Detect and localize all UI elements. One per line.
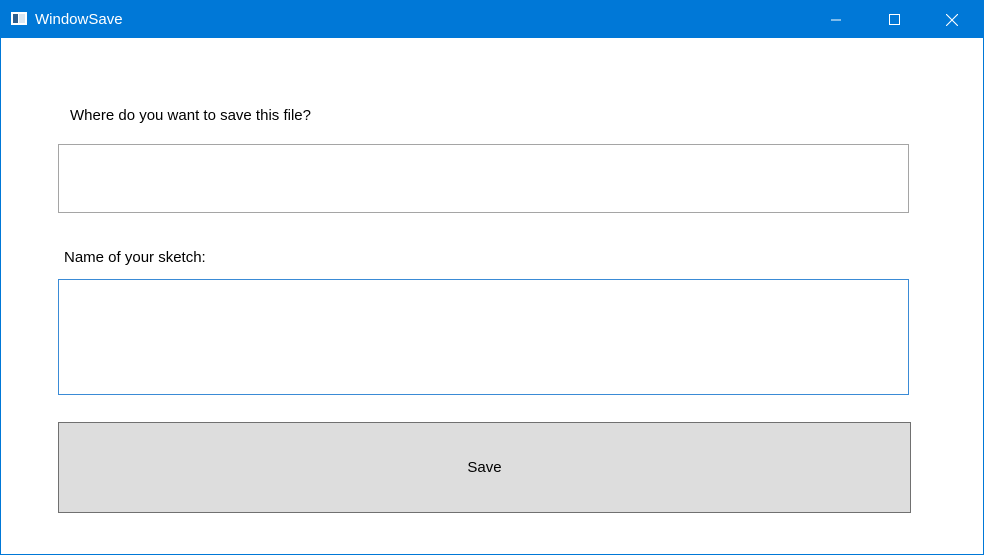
- window-app-icon: [11, 12, 27, 25]
- minimize-icon: [831, 15, 841, 25]
- title-bar[interactable]: WindowSave: [1, 1, 983, 38]
- sketch-name-input[interactable]: [58, 279, 909, 395]
- maximize-button[interactable]: [865, 1, 923, 38]
- window-title: WindowSave: [35, 11, 123, 28]
- sketch-name-label: Name of your sketch:: [64, 249, 206, 266]
- app-window: WindowSave Where do you want to save thi…: [0, 0, 984, 555]
- close-button[interactable]: [923, 1, 981, 38]
- minimize-button[interactable]: [807, 1, 865, 38]
- maximize-icon: [888, 14, 900, 25]
- close-icon: [946, 13, 958, 26]
- save-location-label: Where do you want to save this file?: [70, 107, 311, 124]
- save-button-label: Save: [467, 459, 502, 476]
- save-button[interactable]: Save: [58, 422, 911, 513]
- save-location-input[interactable]: [58, 144, 909, 213]
